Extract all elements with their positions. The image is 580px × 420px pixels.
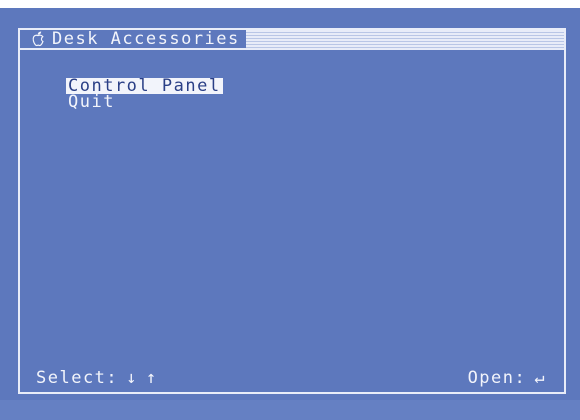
- title-divider: [20, 48, 564, 50]
- screen: Desk Accessories Control Panel Quit Sele…: [0, 0, 580, 420]
- title-bar: Desk Accessories: [20, 30, 564, 48]
- footer-hints: Select: ↓ ↑ Open: ↵: [36, 368, 546, 388]
- select-hint: Select: ↓ ↑: [36, 368, 158, 388]
- accessory-list: Control Panel Quit: [66, 78, 223, 111]
- window-title: Desk Accessories: [52, 29, 240, 49]
- apple-icon: [30, 31, 46, 47]
- monitor-top-edge: [0, 0, 580, 8]
- up-arrow-icon: ↑: [145, 368, 158, 388]
- open-hint: Open: ↵: [468, 368, 546, 388]
- return-key-icon: ↵: [534, 368, 546, 388]
- select-label: Select:: [36, 368, 119, 388]
- down-arrow-icon: ↓: [126, 368, 138, 388]
- menu-item-quit[interactable]: Quit: [66, 94, 117, 111]
- desk-accessories-window: Desk Accessories Control Panel Quit Sele…: [18, 28, 566, 394]
- screen-bottom-band: [0, 400, 580, 420]
- title-bar-stripes[interactable]: [245, 30, 564, 48]
- title-label-area: Desk Accessories: [20, 30, 246, 48]
- open-label: Open:: [467, 368, 527, 388]
